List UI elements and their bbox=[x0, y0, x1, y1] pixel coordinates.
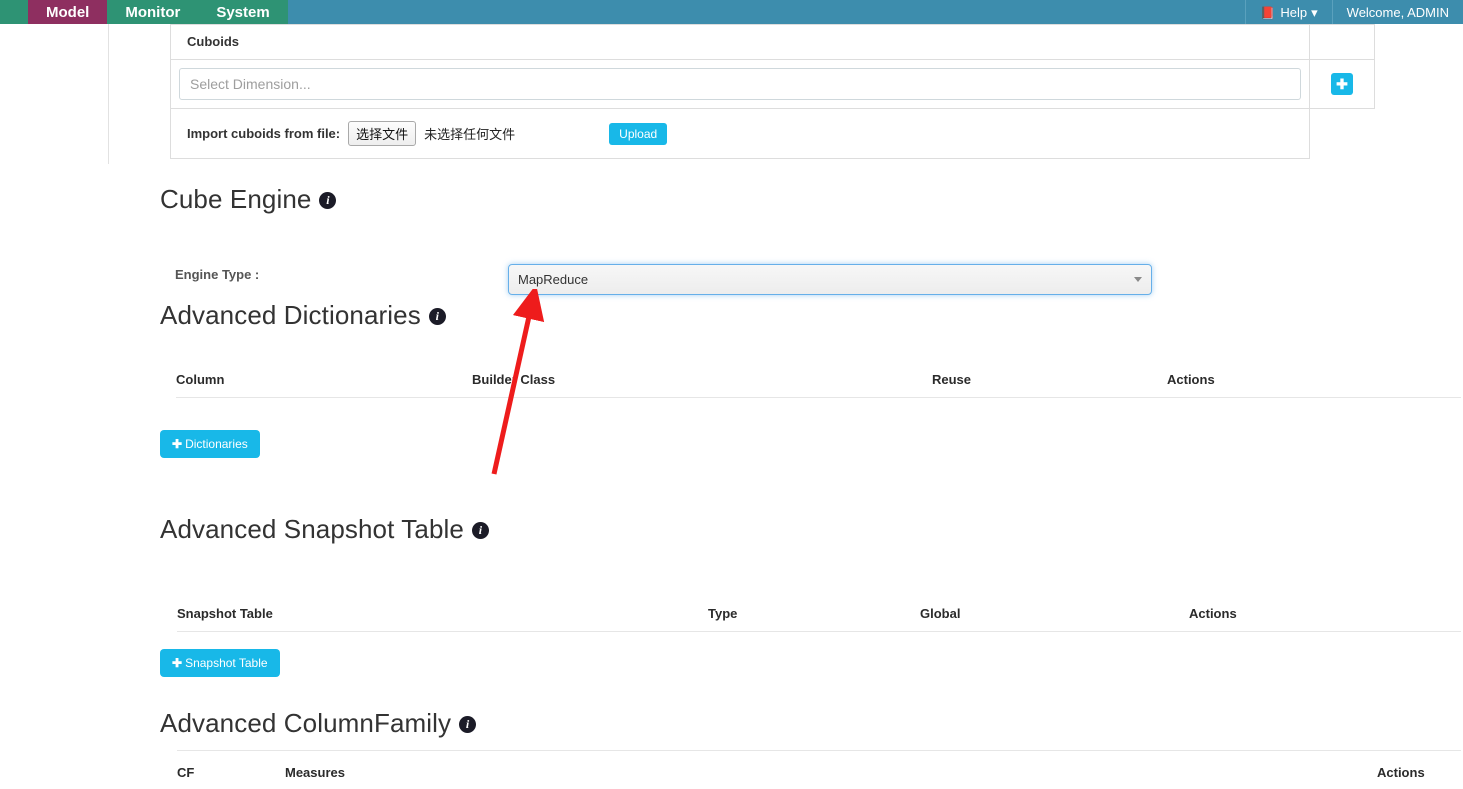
advanced-snapshot-heading-text: Advanced Snapshot Table bbox=[160, 514, 464, 544]
cuboids-title: Cuboids bbox=[187, 34, 239, 49]
engine-type-select-wrapper[interactable]: MapReduce bbox=[508, 264, 1152, 295]
plus-icon: ✚ bbox=[172, 656, 183, 670]
nav-tab-model[interactable]: Model bbox=[28, 0, 108, 24]
advanced-columnfamily-thead: CF Measures Actions bbox=[177, 750, 1461, 789]
nav-tab-system-label: System bbox=[216, 4, 270, 21]
add-cuboid-button[interactable]: ✚ bbox=[1331, 73, 1354, 95]
cuboids-add-cell: ✚ bbox=[1309, 59, 1375, 109]
add-dictionaries-label: Dictionaries bbox=[185, 437, 248, 451]
cuboids-panel: Cuboids ✚ Import cuboids from file: 选择文件 bbox=[169, 24, 1375, 159]
navbar-tabs: Model Monitor System bbox=[0, 0, 288, 24]
col-header-type: Type bbox=[708, 606, 920, 632]
col-header-measures: Measures bbox=[285, 750, 1377, 789]
advanced-dictionaries-table: Column Builder Class Reuse Actions bbox=[176, 372, 1461, 398]
cuboids-dimension-cell bbox=[169, 59, 1311, 109]
add-snapshot-table-label: Snapshot Table bbox=[185, 656, 268, 670]
info-icon[interactable]: i bbox=[459, 716, 477, 733]
col-header-actions: Actions bbox=[1189, 606, 1461, 632]
advanced-snapshot-thead: Snapshot Table Type Global Actions bbox=[177, 606, 1461, 632]
info-icon[interactable]: i bbox=[319, 192, 337, 209]
cuboids-header-row: Cuboids bbox=[169, 24, 1375, 60]
col-header-actions: Actions bbox=[1377, 750, 1461, 789]
table-header-row: Column Builder Class Reuse Actions bbox=[176, 372, 1461, 398]
nav-tab-model-label: Model bbox=[46, 4, 90, 21]
advanced-columnfamily-table: CF Measures Actions bbox=[177, 750, 1461, 789]
cube-engine-heading: Cube Engine i bbox=[160, 184, 337, 215]
col-header-global: Global bbox=[920, 606, 1189, 632]
import-label: Import cuboids from file: bbox=[187, 126, 341, 141]
nav-item-help-label: Help bbox=[1280, 5, 1308, 20]
file-status-text: 未选择任何文件 bbox=[424, 127, 516, 142]
advanced-columnfamily-heading: Advanced ColumnFamily i bbox=[160, 708, 477, 739]
advanced-snapshot-table: Snapshot Table Type Global Actions bbox=[177, 606, 1461, 632]
book-icon: 📕 bbox=[1260, 6, 1276, 20]
nav-item-welcome-label: Welcome, ADMIN bbox=[1346, 5, 1449, 20]
table-header-row: CF Measures Actions bbox=[177, 750, 1461, 789]
cuboids-import-action-cell bbox=[1310, 109, 1375, 159]
navbar-right: 📕 Help ▾ Welcome, ADMIN bbox=[1245, 0, 1463, 24]
choose-file-button[interactable]: 选择文件 bbox=[348, 121, 417, 146]
nav-item-welcome[interactable]: Welcome, ADMIN bbox=[1331, 0, 1463, 24]
import-controls: Import cuboids from file: 选择文件 未选择任何文件 U… bbox=[179, 121, 1301, 146]
add-dictionaries-button[interactable]: ✚ Dictionaries bbox=[160, 430, 260, 458]
select-dimension-input[interactable] bbox=[179, 68, 1302, 100]
col-header-column: Column bbox=[176, 372, 472, 398]
nav-tab-monitor[interactable]: Monitor bbox=[107, 0, 199, 24]
advanced-columnfamily-heading-text: Advanced ColumnFamily bbox=[160, 708, 452, 738]
left-divider bbox=[108, 24, 109, 164]
add-snapshot-table-button[interactable]: ✚ Snapshot Table bbox=[160, 649, 280, 677]
advanced-dictionaries-heading-text: Advanced Dictionaries bbox=[160, 300, 421, 330]
col-header-reuse: Reuse bbox=[932, 372, 1167, 398]
col-header-cf: CF bbox=[177, 750, 285, 789]
engine-type-label: Engine Type : bbox=[175, 267, 260, 282]
nav-tab-monitor-label: Monitor bbox=[125, 4, 181, 21]
info-icon[interactable]: i bbox=[471, 522, 489, 539]
page-root: Model Monitor System 📕 Help ▾ Welcome, A… bbox=[0, 0, 1463, 789]
table-header-row: Snapshot Table Type Global Actions bbox=[177, 606, 1461, 632]
page-content: Cuboids ✚ Import cuboids from file: 选择文件 bbox=[0, 24, 1463, 789]
nav-tab-system[interactable]: System bbox=[198, 0, 288, 24]
nav-item-help[interactable]: 📕 Help ▾ bbox=[1245, 0, 1332, 24]
col-header-builder-class: Builder Class bbox=[472, 372, 932, 398]
col-header-snapshot-table: Snapshot Table bbox=[177, 606, 708, 632]
engine-type-select[interactable]: MapReduce bbox=[509, 265, 1151, 294]
advanced-snapshot-heading: Advanced Snapshot Table i bbox=[160, 514, 489, 545]
cuboids-title-cell: Cuboids bbox=[169, 24, 1311, 60]
advanced-dictionaries-heading: Advanced Dictionaries i bbox=[160, 300, 446, 331]
nav-tab-spacer bbox=[0, 0, 28, 24]
plus-icon: ✚ bbox=[172, 437, 183, 451]
upload-button[interactable]: Upload bbox=[609, 122, 668, 145]
top-navbar: Model Monitor System 📕 Help ▾ Welcome, A… bbox=[0, 0, 1463, 24]
cuboids-header-action-cell bbox=[1309, 24, 1375, 60]
advanced-dictionaries-thead: Column Builder Class Reuse Actions bbox=[176, 372, 1461, 398]
info-icon[interactable]: i bbox=[428, 308, 446, 325]
cuboids-import-row: Import cuboids from file: 选择文件 未选择任何文件 U… bbox=[169, 108, 1375, 159]
cube-engine-heading-text: Cube Engine bbox=[160, 184, 312, 214]
cuboids-dimension-row: ✚ bbox=[169, 59, 1375, 109]
col-header-actions: Actions bbox=[1167, 372, 1461, 398]
chevron-down-icon: ▾ bbox=[1311, 5, 1318, 20]
cuboids-import-cell: Import cuboids from file: 选择文件 未选择任何文件 U… bbox=[169, 108, 1311, 159]
